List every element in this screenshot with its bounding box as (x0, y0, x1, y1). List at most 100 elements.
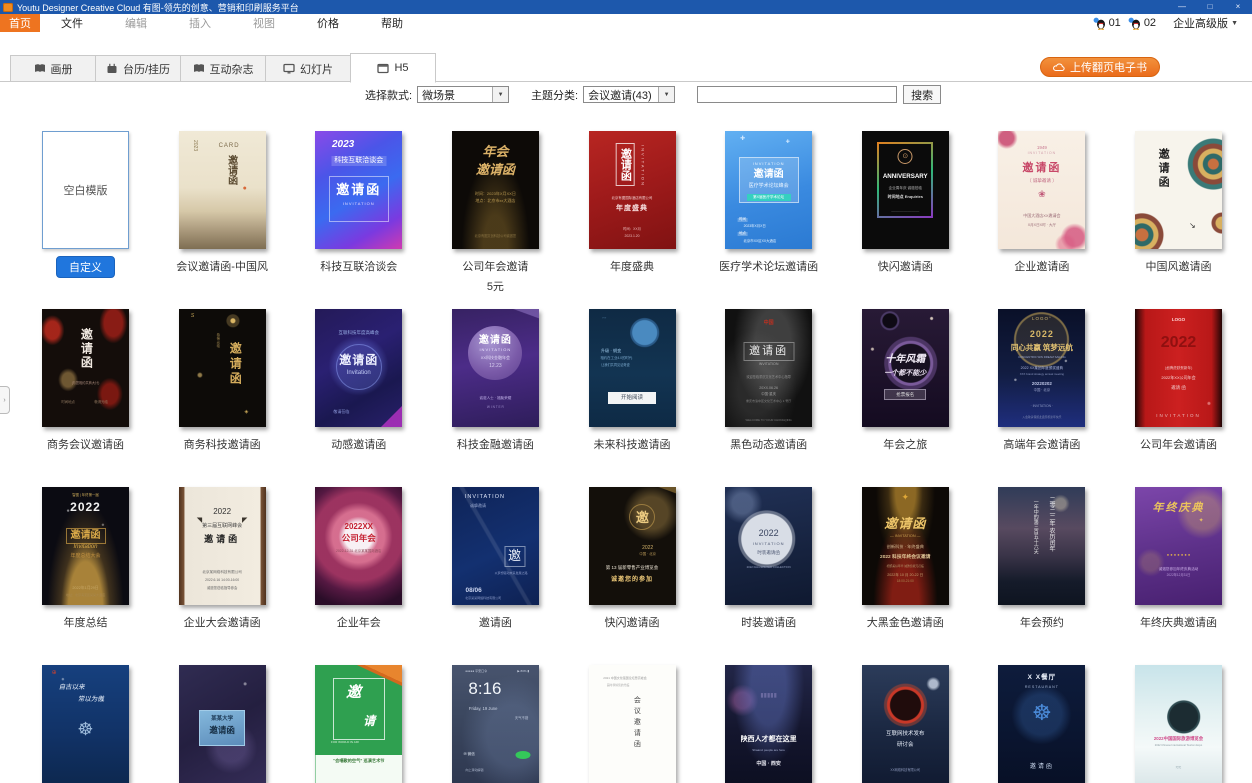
template-thumbnail[interactable]: ⊙ANNIVERSARY企业周年庆 诚邀莅临时间地点 Enquiries————… (862, 131, 949, 249)
template-card[interactable]: ▮▮▮▮▮陕西人才都在这里Shaanxi people are here中国 ·… (725, 665, 812, 783)
template-card[interactable]: 2021 中国文化强国论坛暨高峰会届时恭候您的光临会议邀请函 (589, 665, 676, 783)
template-thumbnail[interactable]: LOGO°2022同心共赢 筑梦远航CONCENTRIC WIN DREAM S… (998, 309, 1085, 427)
qq-account-2[interactable]: 02 (1128, 17, 1156, 30)
template-thumbnail[interactable]: 2023科技互联洽谈会邀请函INVITATION (315, 131, 402, 249)
tab-album[interactable]: 画册 (10, 55, 96, 82)
template-thumbnail[interactable]: 某某大学邀请函 (179, 665, 266, 783)
restore-button[interactable]: □ (1196, 0, 1224, 14)
template-thumbnail[interactable]: S恭候 光临邀请函◈ (179, 309, 266, 427)
template-card[interactable]: FOR WORLD IN AIR邀请“会唱歌的空气” 巡演艺术节 (315, 665, 402, 783)
template-thumbnail[interactable]: 邀请函INVITATIONXX科技金融年会12.23诚邀人士 · 福聚荣耀W I… (452, 309, 539, 427)
close-button[interactable]: × (1224, 0, 1252, 14)
template-card[interactable]: ✚✚INVITATION邀请函医疗学术论坛峰会第X届医疗学术论坛时间2023年X… (725, 131, 812, 294)
template-thumbnail[interactable]: 2022INVITATION时装邀请函2022 FALL/WINTER COLL… (725, 487, 812, 605)
menu-insert[interactable]: 插入 (168, 15, 232, 31)
template-card[interactable]: LOGO2022(龙腾虎跃贺新年)2022年XX公司年会邀请 函INVITATI… (1135, 309, 1222, 452)
template-thumbnail[interactable]: 2021 中国文化强国论坛暨高峰会届时恭候您的光临会议邀请函 (589, 665, 676, 783)
template-card[interactable]: INVITATION诚挚邀请邀以梦想驱动未来发展之路08/06北京某某网络科技有… (452, 487, 539, 630)
template-card[interactable]: ⊙ANNIVERSARY企业周年庆 诚邀莅临时间地点 Enquiries————… (862, 131, 949, 294)
template-card[interactable]: S恭候 光临邀请函◈ 商务科技邀请函 (179, 309, 266, 452)
template-card[interactable]: ⊕自古以来常以为傲☸ (42, 665, 129, 783)
template-card[interactable]: 2022中国国际旅游博览会2022 Chinese International … (1135, 665, 1222, 783)
template-thumbnail[interactable]: 年会邀请函时间：2023年X月XX日地点：北京市xx大酒店北京有图文创科技公司诚… (452, 131, 539, 249)
template-thumbnail[interactable]: X X餐厅RESTAURANT☸邀请函 (998, 665, 1085, 783)
template-thumbnail[interactable]: 2022中国国际旅游博览会2022 Chinese International … (1135, 665, 1222, 783)
template-card[interactable]: 邀请函↘ 中国风邀请函 (1135, 131, 1222, 294)
template-card[interactable]: 邀请函INVITATIONXX科技金融年会12.23诚邀人士 · 福聚荣耀W I… (452, 309, 539, 452)
template-card[interactable]: 年终庆典✦● ● ● ● ● ● ●诚邀您参加年终庆典活动2022年12月31日… (1135, 487, 1222, 630)
template-card[interactable]: 某某大学邀请函 (179, 665, 266, 783)
template-card[interactable]: 2022◥◤第三届互联网峰会邀请函北京某网络科技有限公司2022.6.16 14… (179, 487, 266, 630)
template-card[interactable]: ◦◦◦升级 · 蜕变相约在工业4.0的时代让我们共同见证奇迹开始阅读 未来科技邀… (589, 309, 676, 452)
template-card[interactable]: 智图 | 年终第一届2022邀请函Invitation年度总结大会2022年1月… (42, 487, 129, 630)
template-card[interactable]: LOGO°2022同心共赢 筑梦远航CONCENTRIC WIN DREAM S… (998, 309, 1085, 452)
style-select[interactable]: 微场景 ▼ (417, 86, 509, 103)
category-select[interactable]: 会议邀请(43) ▼ (583, 86, 675, 103)
template-thumbnail[interactable]: ◦◦◦升级 · 蜕变相约在工业4.0的时代让我们共同见证奇迹开始阅读 (589, 309, 676, 427)
tab-slideshow[interactable]: 幻灯片 (265, 55, 351, 82)
template-thumbnail[interactable]: 年终庆典✦● ● ● ● ● ● ●诚邀您参加年终庆典活动2022年12月31日 (1135, 487, 1222, 605)
qq-account-1[interactable]: 01 (1093, 17, 1121, 30)
template-card[interactable]: 邀请函(与您相约共商大计)时间地点敬请光临 商务会议邀请函 (42, 309, 129, 452)
template-thumbnail[interactable]: 邀请函↘ (1135, 131, 1222, 249)
template-card[interactable]: 邀2022中国 · 北京第 13 届新零售产业博览会诚邀您的参加 快闪邀请函 (589, 487, 676, 630)
template-card[interactable]: 互联网技术发布研讨会XX网络科技有限公司 (862, 665, 949, 783)
search-button[interactable]: 搜索 (903, 85, 941, 104)
blank-template-card[interactable]: 空白模版 自定义 (42, 131, 129, 294)
template-thumbnail[interactable]: 邀请函(与您相约共商大计)时间地点敬请光临 (42, 309, 129, 427)
template-thumbnail[interactable]: 二零二二年 农历闰年一年中的第三百五十六天 (998, 487, 1085, 605)
menu-price[interactable]: 价格 (296, 15, 360, 31)
template-card[interactable]: 十年风霜一个都不能少抢票报名 年会之旅 (862, 309, 949, 452)
menu-home[interactable]: 首页 (0, 14, 40, 32)
menu-view[interactable]: 视图 (232, 15, 296, 31)
chevron-down-icon[interactable]: ▼ (492, 87, 508, 102)
template-card[interactable]: 1949INVITATION邀请函〔 诚挚邀请 〕❀中国大酒店XX邀请会X月X日… (998, 131, 1085, 294)
template-card[interactable]: 邀请函INVITATION北京有图国际酒店有限公司年度盛典时间：XX月2023.… (589, 131, 676, 294)
template-thumbnail[interactable]: 1949INVITATION邀请函〔 诚挚邀请 〕❀中国大酒店XX邀请会X月X日… (998, 131, 1085, 249)
template-thumbnail[interactable]: INVITATION诚挚邀请邀以梦想驱动未来发展之路08/06北京某某网络科技有… (452, 487, 539, 605)
template-card[interactable]: 年会邀请函时间：2023年X月XX日地点：北京市xx大酒店北京有图文创科技公司诚… (452, 131, 539, 294)
template-thumbnail[interactable]: ●●●●● 平安口令▶ 80% ▮8:16Friday, 19 June天气不错… (452, 665, 539, 783)
tab-magazine[interactable]: 互动杂志 (180, 55, 266, 82)
template-card[interactable]: 互联科技年度高峰会邀请函Invitation敬请莅临 动感邀请函 (315, 309, 402, 452)
template-thumbnail[interactable]: 邀请函INVITATION北京有图国际酒店有限公司年度盛典时间：XX月2023.… (589, 131, 676, 249)
template-card[interactable]: ✦邀请函— INVITATION —创新科技 · 年终盛典2022 科技年终会议… (862, 487, 949, 630)
template-thumbnail[interactable]: 2022XX公司年会2022-12-31 北京某某国际酒店 (315, 487, 402, 605)
template-thumbnail[interactable]: 2022◥◤第三届互联网峰会邀请函北京某网络科技有限公司2022.6.16 14… (179, 487, 266, 605)
tab-calendar[interactable]: 台历/挂历 (95, 55, 181, 82)
template-card[interactable]: 2023科技互联洽谈会邀请函INVITATION 科技互联洽谈会 (315, 131, 402, 294)
template-card[interactable]: 二零二二年 农历闰年一年中的第三百五十六天 年会预约 (998, 487, 1085, 630)
template-card[interactable]: 中国邀请函INVITATION欢迎莅临重庆文化艺术中心指导20XX.06.26中… (725, 309, 812, 452)
template-thumbnail[interactable]: ✚✚INVITATION邀请函医疗学术论坛峰会第X届医疗学术论坛时间2023年X… (725, 131, 812, 249)
template-thumbnail[interactable]: ✦邀请函— INVITATION —创新科技 · 年终盛典2022 科技年终会议… (862, 487, 949, 605)
tab-h5[interactable]: H5 (350, 53, 436, 83)
plan-dropdown[interactable]: 企业高级版 ▼ (1173, 15, 1238, 31)
template-thumbnail[interactable]: ⊕自古以来常以为傲☸ (42, 665, 129, 783)
template-thumbnail[interactable]: 互联网技术发布研讨会XX网络科技有限公司 (862, 665, 949, 783)
template-thumbnail[interactable]: FOR WORLD IN AIR邀请“会唱歌的空气” 巡演艺术节 (315, 665, 402, 783)
chevron-down-icon[interactable]: ▼ (658, 87, 674, 102)
template-thumbnail[interactable]: 空白模版 (42, 131, 129, 249)
minimize-button[interactable]: — (1168, 0, 1196, 14)
menu-help[interactable]: 帮助 (360, 15, 424, 31)
template-thumbnail[interactable]: 十年风霜一个都不能少抢票报名 (862, 309, 949, 427)
template-thumbnail[interactable]: LOGO2022(龙腾虎跃贺新年)2022年XX公司年会邀请 函INVITATI… (1135, 309, 1222, 427)
customize-button[interactable]: 自定义 (56, 256, 115, 278)
template-thumbnail[interactable]: ▮▮▮▮▮陕西人才都在这里Shaanxi people are here中国 ·… (725, 665, 812, 783)
template-thumbnail[interactable]: 智图 | 年终第一届2022邀请函Invitation年度总结大会2022年1月… (42, 487, 129, 605)
template-thumbnail[interactable]: 中国邀请函INVITATION欢迎莅临重庆文化艺术中心指导20XX.06.26中… (725, 309, 812, 427)
template-card[interactable]: 2022INVITATION时装邀请函2022 FALL/WINTER COLL… (725, 487, 812, 630)
template-card[interactable]: 2022XX公司年会2022-12-31 北京某某国际酒店 企业年会 (315, 487, 402, 630)
menu-edit[interactable]: 编辑 (104, 15, 168, 31)
template-thumbnail[interactable]: 邀2022中国 · 北京第 13 届新零售产业博览会诚邀您的参加 (589, 487, 676, 605)
panel-collapse-handle[interactable]: › (0, 386, 10, 414)
upload-ebook-button[interactable]: 上传翻页电子书 (1040, 57, 1160, 77)
template-card[interactable]: X X餐厅RESTAURANT☸邀请函 (998, 665, 1085, 783)
template-thumbnail[interactable]: 互联科技年度高峰会邀请函Invitation敬请莅临 (315, 309, 402, 427)
template-thumbnail[interactable]: 2023CARD邀请函● (179, 131, 266, 249)
template-card[interactable]: ●●●●● 平安口令▶ 80% ▮8:16Friday, 19 June天气不错… (452, 665, 539, 783)
book-icon (34, 63, 46, 74)
menu-file[interactable]: 文件 (40, 15, 104, 31)
search-input[interactable] (697, 86, 897, 103)
template-card[interactable]: 2023CARD邀请函● 会议邀请函-中国风 (179, 131, 266, 294)
